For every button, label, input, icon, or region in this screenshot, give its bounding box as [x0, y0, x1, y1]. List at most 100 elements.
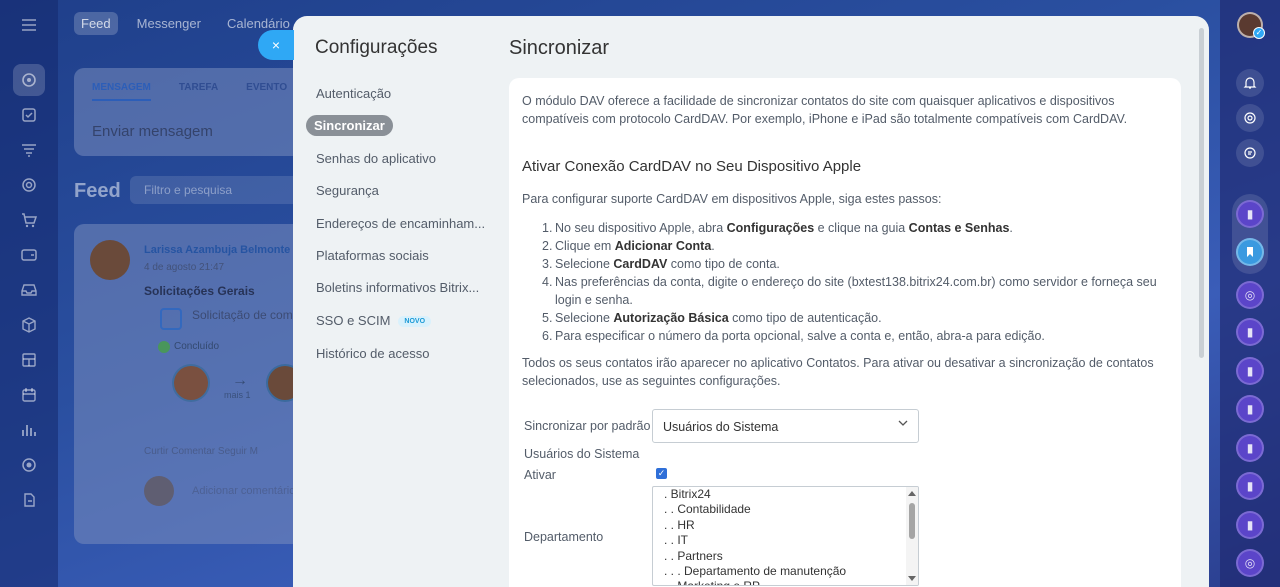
avatar: [172, 364, 210, 402]
scroll-up-icon[interactable]: [908, 491, 916, 496]
left-rail: [0, 0, 58, 587]
nav-title: Configurações: [315, 37, 438, 58]
post-author[interactable]: Larissa Azambuja Belmonte: [144, 244, 290, 256]
step-item: 3. Selecione CardDAV como tipo de conta.: [542, 257, 780, 271]
post-tab-message[interactable]: MENSAGEM: [92, 82, 151, 101]
department-option[interactable]: . . Partners: [653, 549, 918, 564]
chat-icon[interactable]: [1236, 139, 1264, 167]
section-heading: Ativar Conexão CardDAV no Seu Dispositiv…: [522, 158, 862, 175]
settings-nav: Configurações Autenticação Sincronizar S…: [293, 16, 493, 587]
nav-item-newsletters[interactable]: Boletins informativos Bitrix...: [316, 280, 479, 295]
feed-title: Feed: [74, 180, 121, 202]
new-badge: NOVO: [398, 316, 432, 328]
chart-icon[interactable]: [16, 417, 42, 443]
settings-icon[interactable]: [16, 452, 42, 478]
bell-icon[interactable]: [1236, 69, 1264, 97]
listbox-scrollbar[interactable]: [906, 487, 918, 585]
tab-feed[interactable]: Feed: [74, 12, 118, 35]
steps-list: 1. No seu dispositivo Apple, abra Configu…: [522, 219, 1162, 345]
nav-item-authentication[interactable]: Autenticação: [316, 86, 391, 101]
menu-icon[interactable]: [16, 12, 42, 38]
step-item: 1. No seu dispositivo Apple, abra Configu…: [542, 221, 1013, 235]
content-card: O módulo DAV oferece a facilidade de sin…: [509, 78, 1181, 587]
contact-icon[interactable]: ▮: [1236, 472, 1264, 500]
cart-icon[interactable]: [16, 207, 42, 233]
arrow-icon[interactable]: [16, 487, 42, 513]
post-tab-event[interactable]: EVENTO: [246, 82, 287, 101]
user-avatar[interactable]: ✓: [1237, 12, 1265, 39]
bookmark-icon[interactable]: [1236, 238, 1264, 266]
feed-post-card: Larissa Azambuja Belmonte 4 de agosto 21…: [74, 224, 314, 544]
department-option[interactable]: . . . Departamento de manutenção: [653, 564, 918, 579]
request-icon: [160, 308, 182, 330]
tasks-icon[interactable]: [16, 102, 42, 128]
funnel-icon[interactable]: [16, 137, 42, 163]
copilot-icon[interactable]: ◎: [1236, 549, 1264, 577]
calendar-icon[interactable]: [16, 382, 42, 408]
box-icon[interactable]: [16, 312, 42, 338]
scroll-down-icon[interactable]: [908, 576, 916, 581]
sync-default-label: Sincronizar por padrão: [524, 419, 651, 433]
step-item: 4. Nas preferências da conta, digite o en…: [542, 275, 1157, 307]
step-item: 2. Clique em Adicionar Conta.: [542, 239, 715, 253]
department-option[interactable]: . . IT: [653, 533, 918, 548]
contact-icon[interactable]: ▮: [1236, 434, 1264, 462]
sync-default-select[interactable]: Usuários do Sistema: [652, 409, 919, 443]
post-date: 4 de agosto 21:47: [144, 262, 225, 273]
nav-item-social[interactable]: Plataformas sociais: [316, 248, 429, 263]
steps-intro: Para configurar suporte CardDAV em dispo…: [522, 192, 942, 206]
target-icon[interactable]: [1236, 104, 1264, 132]
contact-icon[interactable]: ▮: [1236, 318, 1264, 346]
avatar: [144, 476, 174, 506]
department-option[interactable]: . . Contabilidade: [653, 502, 918, 517]
check-icon: [158, 341, 170, 353]
inbox-icon[interactable]: [16, 277, 42, 303]
nav-item-security[interactable]: Segurança: [316, 183, 379, 198]
right-rail: ✓ ▮ ◎ ▮ ▮ ▮ ▮ ▮ ▮ ◎: [1220, 0, 1280, 587]
contact-icon[interactable]: ▮: [1236, 511, 1264, 539]
department-option[interactable]: . . HR: [653, 518, 918, 533]
top-tabs: Feed Messenger Calendário: [74, 12, 297, 35]
post-tab-task[interactable]: TAREFA: [179, 82, 218, 101]
post-request[interactable]: Solicitação de comp: [192, 308, 299, 322]
avatar: [90, 240, 130, 280]
department-option[interactable]: . Bitrix24: [653, 487, 918, 502]
contact-icon[interactable]: ▮: [1236, 357, 1264, 385]
nav-item-access-history[interactable]: Histórico de acesso: [316, 346, 429, 361]
nav-item-sync[interactable]: Sincronizar: [306, 115, 393, 136]
page-title: Sincronizar: [509, 37, 610, 59]
post-placeholder[interactable]: Enviar mensagem: [92, 123, 213, 140]
target-icon[interactable]: [16, 172, 42, 198]
nav-item-app-passwords[interactable]: Senhas do aplicativo: [316, 151, 436, 166]
nav-item-forwarding[interactable]: Endereços de encaminham...: [316, 216, 485, 231]
post-composer: MENSAGEM TAREFA EVENTO Enviar mensagem: [74, 68, 314, 156]
settings-panel: Configurações Autenticação Sincronizar S…: [293, 16, 1209, 587]
scroll-thumb[interactable]: [909, 503, 915, 539]
department-option[interactable]: . . Marketing e RP: [653, 579, 918, 585]
comment-input[interactable]: Adicionar comentário: [192, 485, 295, 497]
sync-default-value: Usuários do Sistema: [663, 420, 779, 434]
chevron-down-icon: [898, 420, 908, 426]
post-status: Concluído: [174, 341, 220, 352]
feed-search-input[interactable]: Filtro e pesquisa: [130, 176, 300, 204]
copilot-icon[interactable]: ◎: [1236, 281, 1264, 309]
arrow-right-icon: →: [232, 372, 248, 389]
system-users-label: Usuários do Sistema: [524, 447, 640, 461]
nav-item-sso-label: SSO e SCIM: [316, 313, 391, 328]
outro-text: Todos os seus contatos irão aparecer no …: [522, 356, 1154, 388]
panel-scrollbar[interactable]: [1199, 28, 1204, 358]
activate-checkbox[interactable]: ✓: [656, 468, 667, 479]
building-icon[interactable]: [16, 347, 42, 373]
activate-label: Ativar: [524, 468, 556, 482]
contact-icon[interactable]: ▮: [1236, 395, 1264, 423]
wallet-icon[interactable]: [16, 242, 42, 268]
tab-messenger[interactable]: Messenger: [130, 12, 208, 35]
post-title: Solicitações Gerais: [144, 284, 255, 298]
close-button[interactable]: ×: [258, 30, 294, 60]
contact-icon[interactable]: ▮: [1236, 200, 1264, 228]
department-listbox[interactable]: . Bitrix24. . Contabilidade. . HR. . IT.…: [652, 486, 919, 586]
nav-item-sso[interactable]: SSO e SCIM NOVO: [316, 313, 432, 328]
post-actions[interactable]: Curtir Comentar Seguir M: [144, 446, 258, 457]
step-item: 6. Para especificar o número da porta opc…: [542, 329, 1045, 343]
activity-icon[interactable]: [13, 64, 45, 96]
